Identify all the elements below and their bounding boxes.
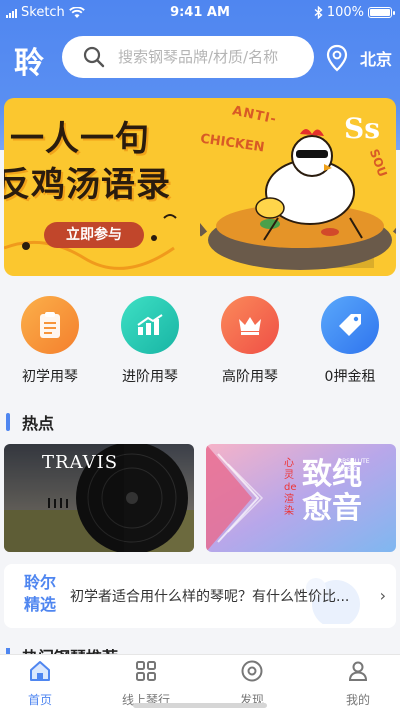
banner-tag-ss: Ss: [344, 112, 380, 145]
profile-icon: [348, 661, 368, 681]
tag-icon: [321, 296, 379, 354]
hot-section-header: 热点: [6, 412, 55, 433]
search-row: 聆 北京: [0, 34, 400, 81]
category-label: 0押金租: [324, 369, 376, 385]
status-right: 100%: [314, 5, 395, 20]
tab-profile[interactable]: 我的: [308, 659, 400, 708]
banner-title-line1: 一人一句: [10, 119, 150, 159]
category-intermediate[interactable]: 进阶用琴: [100, 296, 200, 386]
category-row: 初学用琴 进阶用琴 高阶用琴 0押金租: [0, 296, 400, 392]
category-rent[interactable]: 0押金租: [300, 296, 400, 386]
banner-title: 一人一句 反鸡汤语录: [4, 116, 171, 208]
section-accent-bar: [6, 413, 10, 431]
banner-join-button[interactable]: 立即参与: [44, 222, 144, 248]
crown-icon: [221, 296, 279, 354]
tab-online-store[interactable]: 线上琴行: [96, 659, 196, 708]
search-bar[interactable]: [62, 36, 314, 78]
featured-article[interactable]: 聆尔 精选 初学者适合用什么样的琴呢？有什么性价比... ›: [4, 564, 396, 628]
home-icon: [30, 661, 50, 681]
category-label: 高阶用琴: [222, 369, 278, 385]
music-subtitle: 心灵de渲染: [284, 458, 297, 517]
home-indicator: [133, 703, 267, 708]
travis-text: TRAVIS: [42, 452, 119, 473]
category-label: 初学用琴: [22, 369, 78, 385]
grid-icon: [136, 661, 156, 681]
discover-icon: [241, 660, 263, 682]
featured-tag-line1: 聆尔: [24, 573, 57, 592]
location-pin-icon[interactable]: [326, 44, 348, 72]
chevron-right-icon[interactable]: ›: [380, 586, 386, 605]
tab-home[interactable]: 首页: [0, 659, 90, 708]
featured-text: 初学者适合用什么样的琴呢？有什么性价比...: [70, 589, 350, 605]
tab-bar: 首页 线上琴行 发现 我的: [0, 654, 400, 710]
battery-percent: 100%: [326, 5, 364, 20]
bluetooth-icon: [314, 6, 323, 19]
trend-up-icon: [121, 296, 179, 354]
banner-title-line2: 反鸡汤语录: [4, 165, 171, 205]
promo-banner[interactable]: 一人一句 反鸡汤语录 立即参与 ANTI- CHICKEN Ss SOU: [4, 98, 396, 276]
category-beginner[interactable]: 初学用琴: [0, 296, 100, 386]
city-selector[interactable]: 北京: [360, 46, 392, 70]
featured-tag-line2: 精选: [24, 595, 57, 614]
tab-home-label: 首页: [27, 693, 52, 707]
status-bar: Sketch 9:41 AM 100%: [0, 0, 400, 26]
search-icon: [83, 46, 105, 68]
hot-card-travis[interactable]: TRAVIS: [4, 444, 194, 552]
app-logo: 聆: [14, 46, 44, 81]
hot-card-music[interactable]: 心灵de渲染 致纯愈音 ABSOLUTE MUSIC: [206, 444, 396, 552]
battery-icon: [368, 7, 395, 18]
tab-discover[interactable]: 发现: [202, 659, 302, 708]
hot-section-title: 热点: [22, 414, 55, 433]
featured-tag: 聆尔 精选: [24, 572, 60, 616]
music-english-label: ABSOLUTE MUSIC: [338, 458, 370, 473]
category-advanced[interactable]: 高阶用琴: [200, 296, 300, 386]
clipboard-icon: [21, 296, 79, 354]
tab-profile-label: 我的: [345, 693, 370, 707]
category-label: 进阶用琴: [122, 369, 178, 385]
search-input[interactable]: [118, 48, 306, 66]
